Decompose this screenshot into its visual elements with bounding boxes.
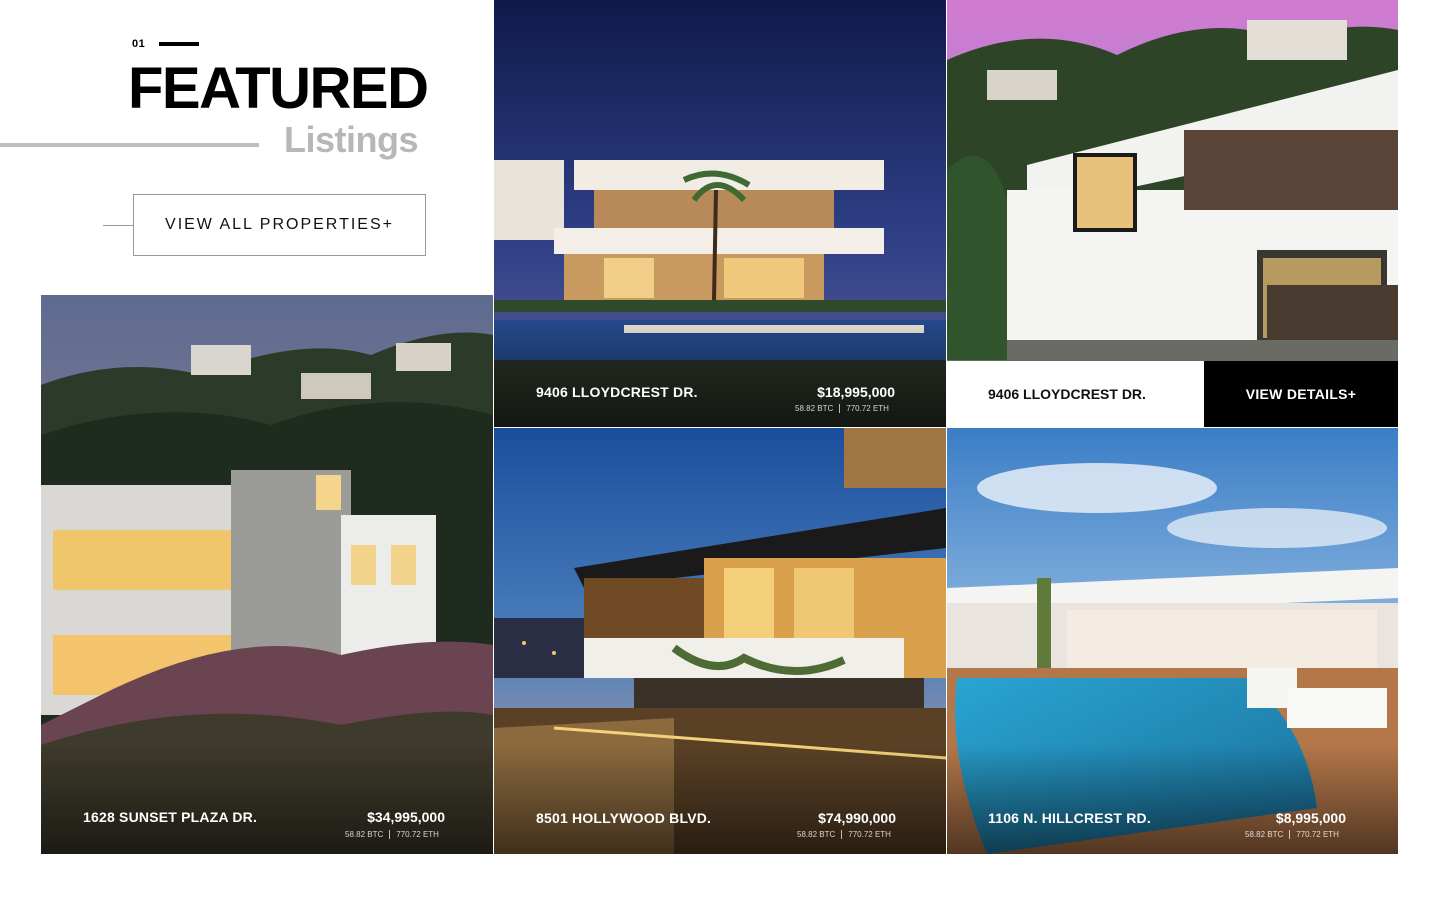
listing-price: $34,995,000 [367, 809, 445, 825]
listing-crypto-price: 58.82 BTC 770.72 ETH [1245, 830, 1339, 839]
listing-card-hollywood-blvd[interactable]: 8501 HOLLYWOOD BLVD. $74,990,000 58.82 B… [494, 428, 946, 854]
listing-btc: 58.82 BTC [1245, 830, 1284, 839]
page-subtitle: Listings [284, 119, 419, 160]
listing-address: 9406 LLOYDCREST DR. [536, 384, 698, 400]
listing-card-sunset-plaza[interactable]: 1628 SUNSET PLAZA DR. $34,995,000 58.82 … [41, 295, 493, 854]
listing-address: 9406 LLOYDCREST DR. [947, 361, 1204, 427]
listing-eth: 770.72 ETH [396, 830, 439, 839]
listing-price: $74,990,000 [818, 810, 896, 826]
listing-card-hillcrest-rd[interactable]: 1106 N. HILLCREST RD. $8,995,000 58.82 B… [947, 428, 1398, 854]
view-details-button[interactable]: VIEW DETAILS+ [1204, 361, 1398, 427]
listing-eth: 770.72 ETH [846, 404, 889, 413]
listing-crypto-price: 58.82 BTC 770.72 ETH [345, 830, 439, 839]
listing-eth: 770.72 ETH [848, 830, 891, 839]
listing-price: $18,995,000 [817, 384, 895, 400]
listing-card-lloydcrest-house[interactable]: 9406 LLOYDCREST DR. VIEW DETAILS+ [947, 0, 1398, 427]
listing-crypto-price: 58.82 BTC 770.72 ETH [795, 404, 889, 413]
crypto-divider [841, 830, 843, 839]
section-number-dash [159, 42, 199, 46]
title-rule [0, 143, 259, 147]
listing-price: $8,995,000 [1275, 810, 1346, 826]
listing-btc: 58.82 BTC [797, 830, 836, 839]
listing-address: 1628 SUNSET PLAZA DR. [83, 809, 258, 825]
listing-crypto-price: 58.82 BTC 770.72 ETH [797, 830, 891, 839]
listing-btc: 58.82 BTC [345, 830, 384, 839]
section-number: 01 [132, 38, 146, 50]
page-title: FEATURED [128, 56, 429, 121]
listing-eth: 770.72 ETH [1296, 830, 1339, 839]
crypto-divider [389, 830, 391, 839]
listing-address: 1106 N. HILLCREST RD. [988, 810, 1151, 826]
listing-btc: 58.82 BTC [795, 404, 834, 413]
crypto-divider [1289, 830, 1291, 839]
crypto-divider [839, 404, 841, 413]
listing-card-lloydcrest-villa[interactable]: 9406 LLOYDCREST DR. $18,995,000 58.82 BT… [494, 0, 946, 427]
view-all-properties-button[interactable]: VIEW ALL PROPERTIES+ [133, 194, 426, 256]
listing-address: 8501 HOLLYWOOD BLVD. [536, 810, 712, 826]
